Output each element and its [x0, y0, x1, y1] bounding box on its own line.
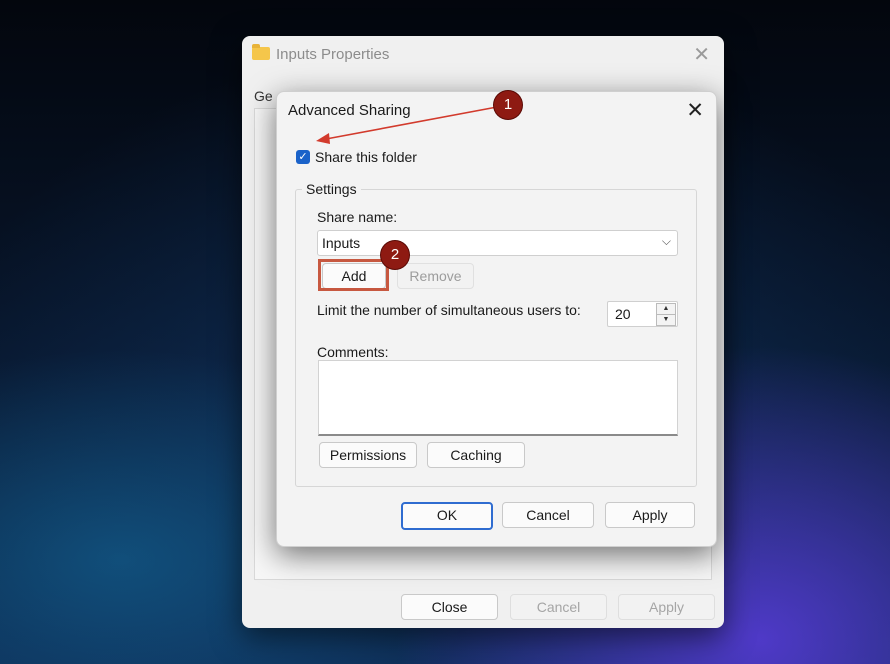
arrow-line: [325, 106, 498, 140]
step-badge-2: 2: [381, 241, 409, 269]
arrow-head: [316, 133, 330, 144]
annotation-arrow: [316, 106, 498, 144]
step-badge-1: 1: [494, 91, 522, 119]
